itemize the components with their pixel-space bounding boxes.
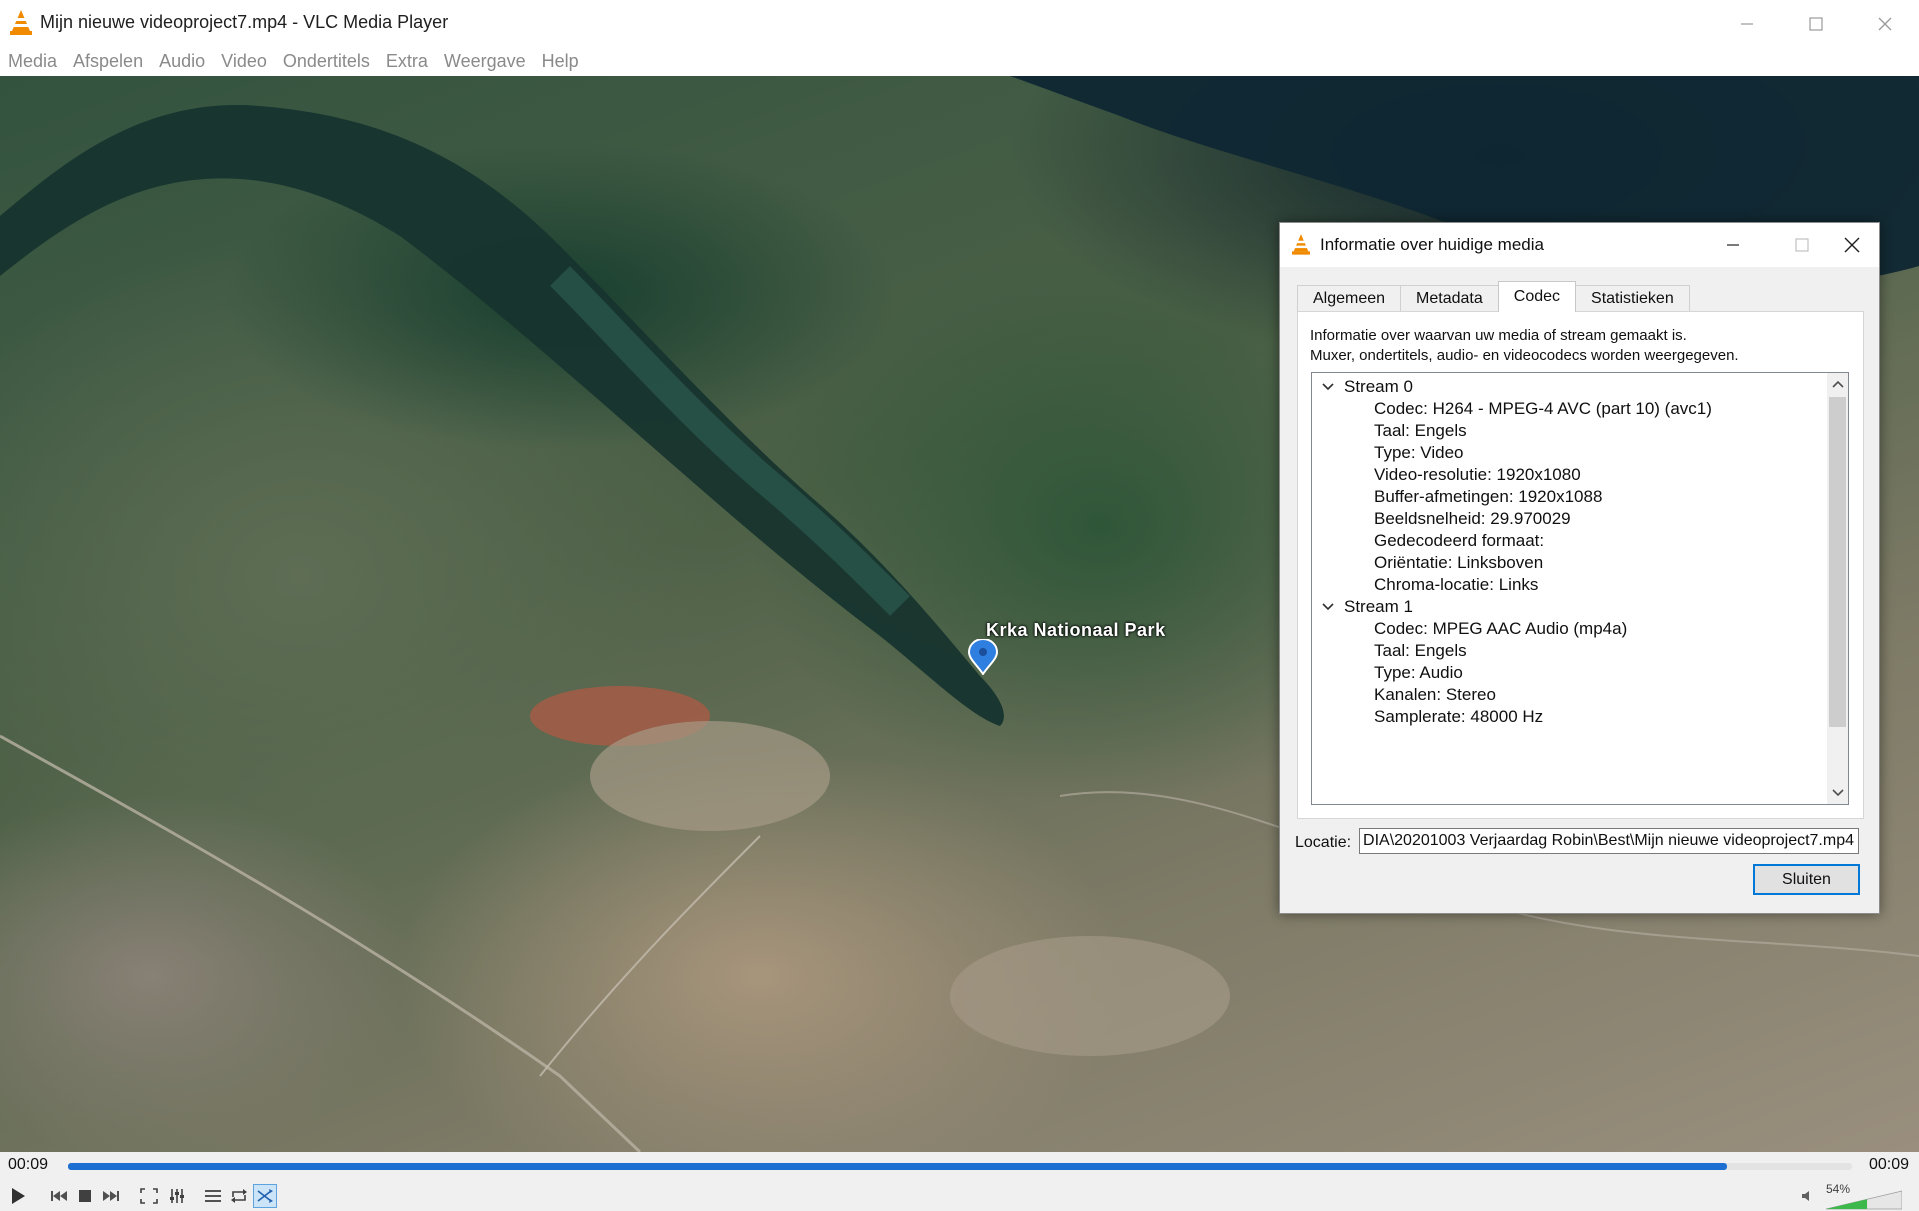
tree-item[interactable]: Samplerate: 48000 Hz: [1374, 703, 1543, 730]
tab-metadata[interactable]: Metadata: [1400, 285, 1499, 312]
location-label: Locatie:: [1295, 834, 1352, 851]
stop-button[interactable]: [73, 1184, 97, 1208]
stream-label: Stream 1: [1344, 596, 1413, 616]
menu-bar: Media Afspelen Audio Video Ondertitels E…: [0, 47, 1919, 76]
chevron-down-icon: [1831, 789, 1844, 797]
mute-button[interactable]: [1800, 1184, 1814, 1208]
scroll-up-button[interactable]: [1827, 373, 1848, 395]
minimize-button[interactable]: [1712, 0, 1782, 47]
menu-audio[interactable]: Audio: [159, 51, 205, 72]
playlist-button[interactable]: [201, 1184, 225, 1208]
seek-slider[interactable]: [68, 1163, 1852, 1170]
close-button[interactable]: Sluiten: [1753, 864, 1860, 895]
description-line-1: Informatie over waarvan uw media of stre…: [1310, 327, 1687, 344]
chevron-down-icon[interactable]: [1322, 382, 1334, 392]
menu-afspelen[interactable]: Afspelen: [73, 51, 143, 72]
menu-ondertitels[interactable]: Ondertitels: [283, 51, 370, 72]
shuffle-button[interactable]: [253, 1184, 277, 1208]
next-button[interactable]: [99, 1184, 123, 1208]
menu-media[interactable]: Media: [8, 51, 57, 72]
codec-panel: Informatie over waarvan uw media of stre…: [1297, 311, 1864, 819]
codec-tree[interactable]: Stream 0 Codec: H264 - MPEG-4 AVC (part …: [1311, 372, 1849, 805]
seekbar-row: 00:09 00:09: [0, 1152, 1919, 1181]
chevron-up-icon: [1831, 380, 1844, 388]
dialog-close-button[interactable]: [1825, 223, 1879, 267]
vlc-logo-icon: [10, 10, 32, 35]
dialog-maximize-button[interactable]: [1775, 223, 1829, 267]
window-titlebar: Mijn nieuwe videoproject7.mp4 - VLC Medi…: [0, 0, 1919, 47]
chevron-down-icon[interactable]: [1322, 602, 1334, 612]
tab-codec[interactable]: Codec: [1497, 281, 1577, 312]
vlc-logo-icon: [1292, 234, 1310, 255]
maximize-icon: [1795, 238, 1809, 252]
fullscreen-button[interactable]: [137, 1184, 161, 1208]
dialog-titlebar: Informatie over huidige media: [1280, 223, 1879, 267]
menu-extra[interactable]: Extra: [386, 51, 428, 72]
scroll-thumb[interactable]: [1829, 397, 1846, 727]
loop-icon: [231, 1189, 247, 1203]
previous-icon: [51, 1191, 67, 1201]
menu-weergave[interactable]: Weergave: [444, 51, 526, 72]
minimize-icon: [1727, 244, 1739, 246]
shuffle-icon: [257, 1189, 273, 1203]
loop-button[interactable]: [227, 1184, 251, 1208]
dialog-title: Informatie over huidige media: [1320, 235, 1544, 254]
stop-icon: [79, 1190, 91, 1202]
seek-progress: [68, 1163, 1728, 1170]
play-icon: [12, 1188, 25, 1204]
window-title: Mijn nieuwe videoproject7.mp4 - VLC Medi…: [40, 12, 449, 32]
close-window-button[interactable]: [1850, 0, 1919, 47]
map-pin-icon: [967, 639, 999, 675]
total-time: 00:09: [1869, 1156, 1910, 1173]
description-line-2: Muxer, ondertitels, audio- en videocodec…: [1310, 347, 1739, 364]
fullscreen-icon: [140, 1188, 158, 1204]
tree-scrollbar[interactable]: [1827, 373, 1848, 804]
player-controls: [0, 1181, 1919, 1211]
equalizer-icon: [170, 1189, 184, 1203]
dialog-minimize-button[interactable]: [1706, 223, 1760, 267]
stream-label: Stream 0: [1344, 376, 1413, 396]
speaker-icon: [1802, 1191, 1809, 1201]
volume-percent: 54%: [1826, 1182, 1851, 1196]
close-icon: [1844, 237, 1860, 253]
dialog-tabs: Algemeen Metadata Codec Statistieken: [1297, 281, 1690, 312]
play-button[interactable]: [6, 1184, 30, 1208]
next-icon: [103, 1191, 119, 1201]
tab-statistieken[interactable]: Statistieken: [1575, 285, 1690, 312]
extended-settings-button[interactable]: [165, 1184, 189, 1208]
media-info-dialog: Informatie over huidige media Algemeen M…: [1279, 222, 1880, 914]
codec-description: Informatie over waarvan uw media of stre…: [1310, 326, 1739, 366]
previous-button[interactable]: [47, 1184, 71, 1208]
location-field[interactable]: [1359, 828, 1859, 854]
map-place-label: Krka Nationaal Park: [986, 620, 1166, 640]
elapsed-time: 00:09: [8, 1156, 49, 1173]
scroll-down-button[interactable]: [1827, 782, 1848, 804]
maximize-icon: [1809, 16, 1823, 31]
close-icon: [1878, 17, 1892, 30]
maximize-button[interactable]: [1781, 0, 1851, 47]
playlist-icon: [205, 1190, 221, 1202]
tab-algemeen[interactable]: Algemeen: [1297, 285, 1402, 312]
menu-video[interactable]: Video: [221, 51, 267, 72]
minimize-icon: [1741, 22, 1753, 25]
menu-help[interactable]: Help: [542, 51, 579, 72]
